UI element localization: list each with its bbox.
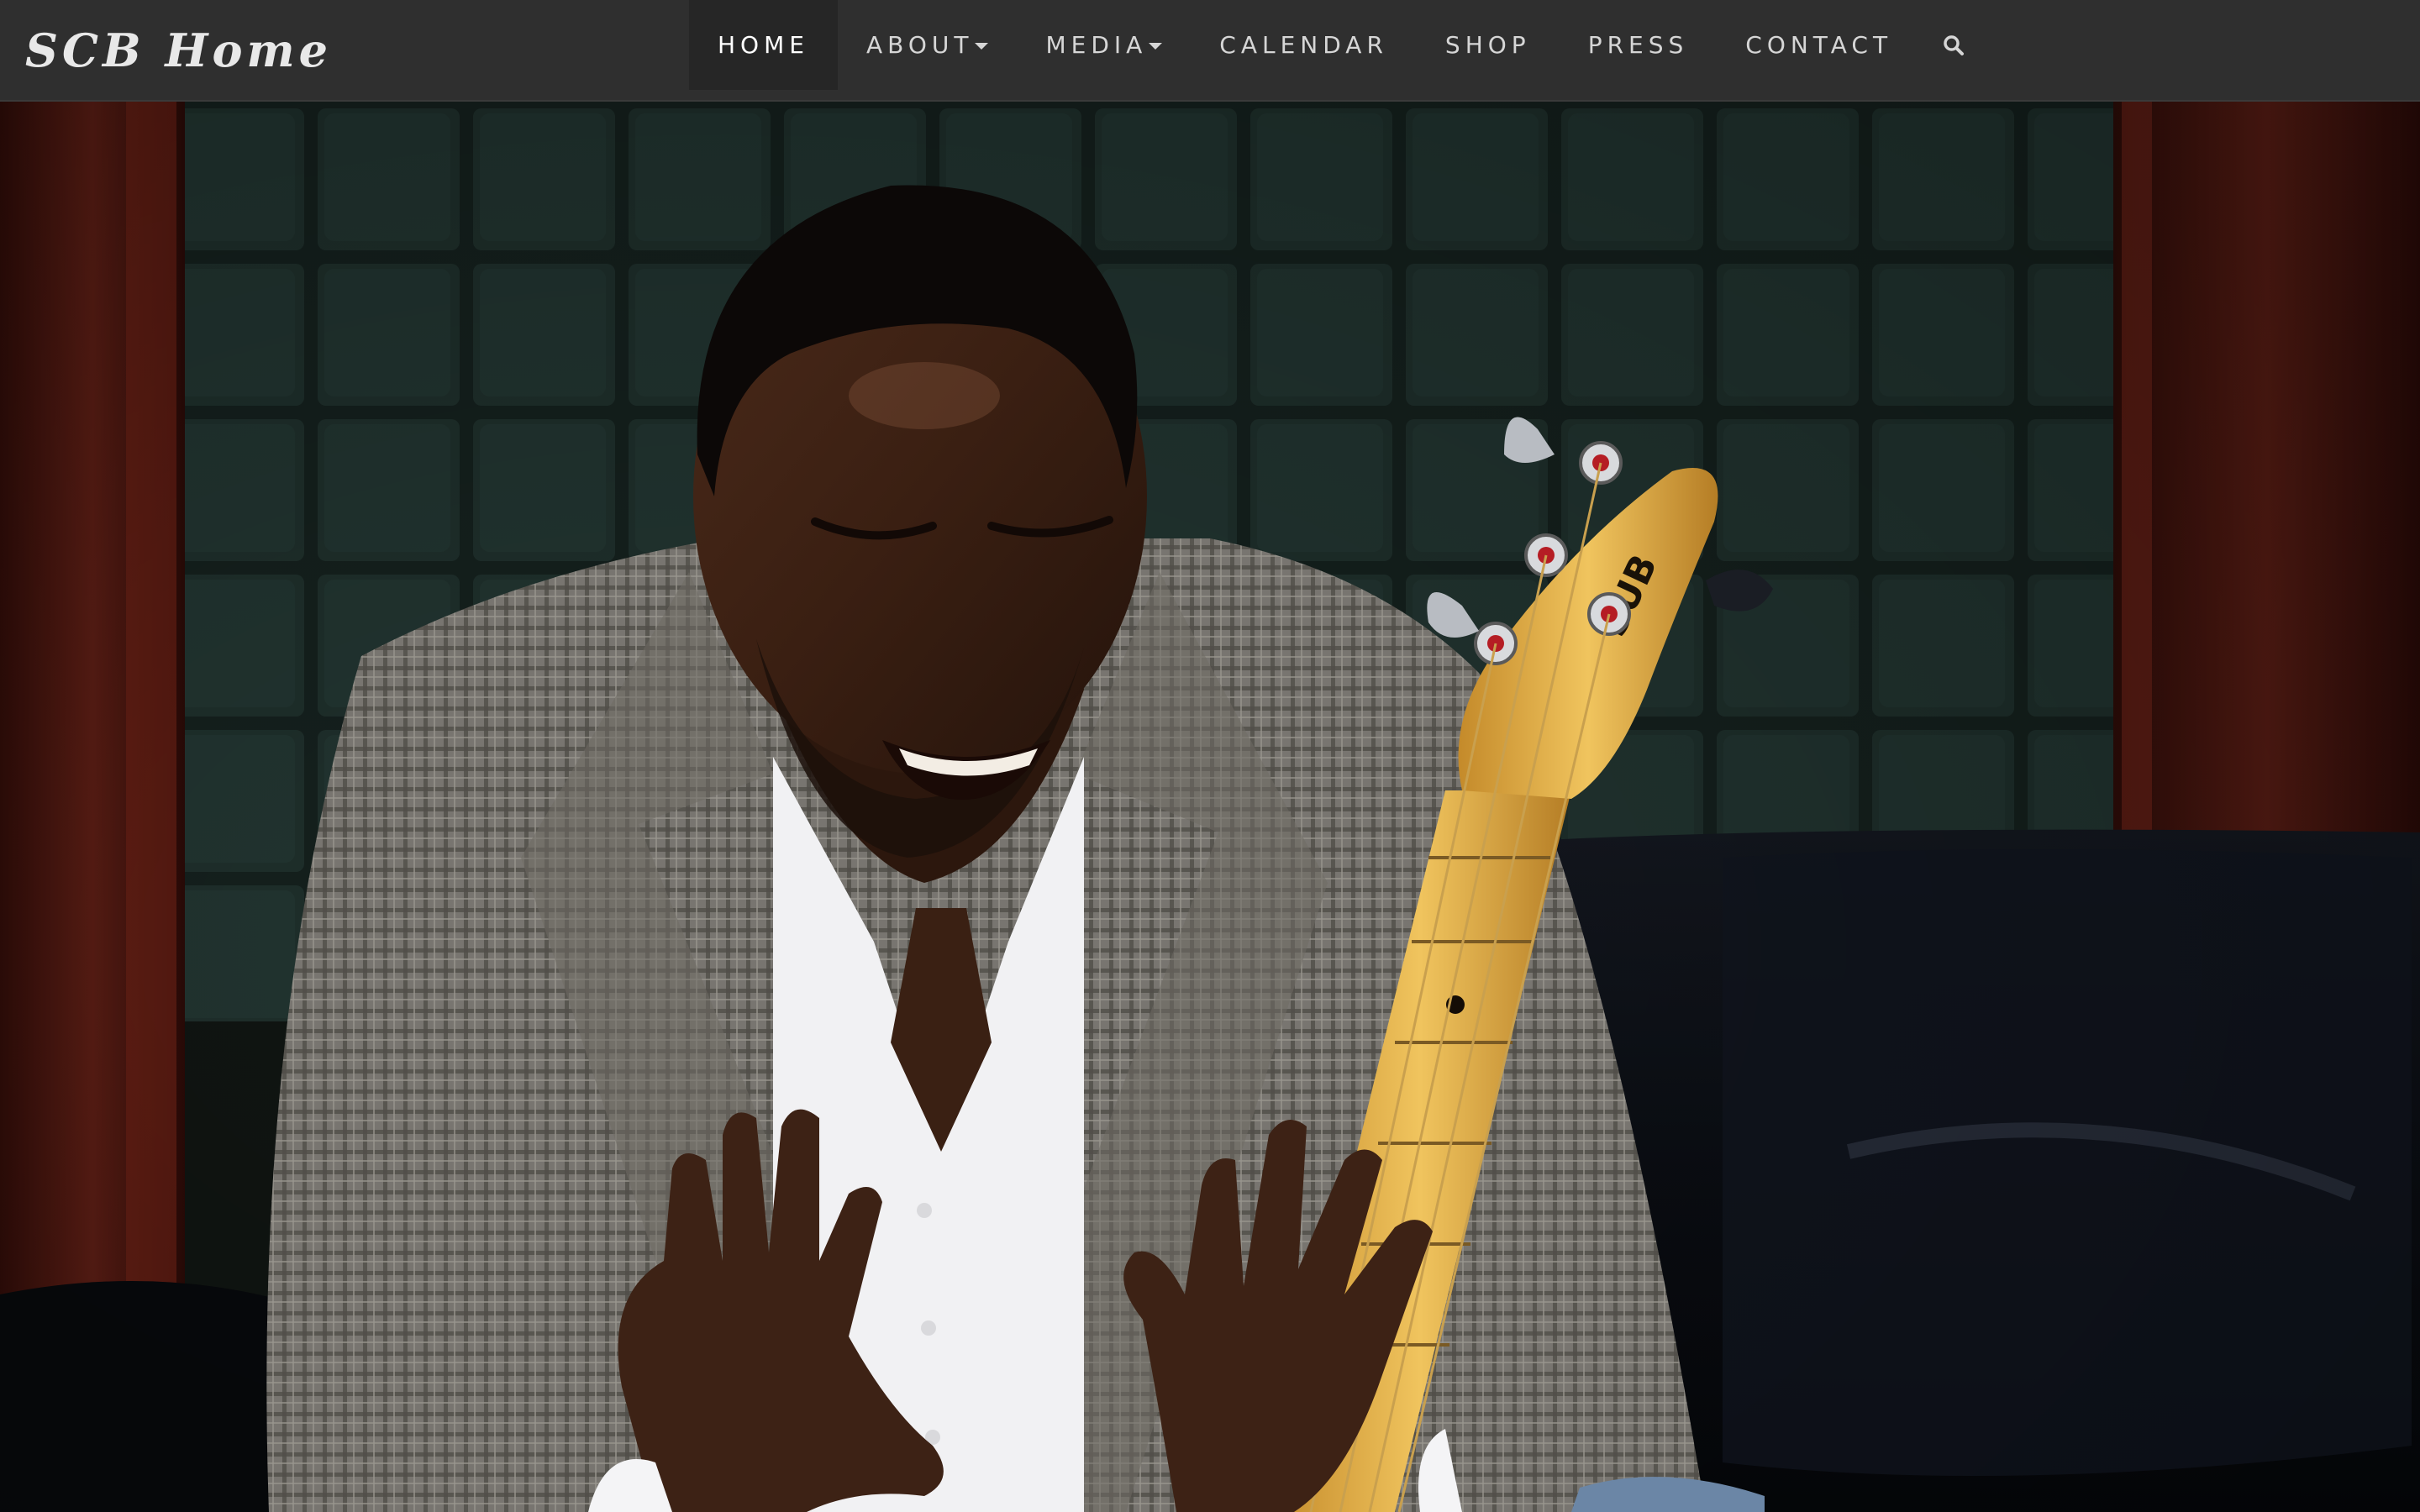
nav-item-label: HOME	[718, 31, 809, 59]
nav-item-home[interactable]: HOME	[689, 0, 838, 90]
nav-item-label: ABOUT	[865, 31, 974, 59]
top-navbar: SCB Home HOME ABOUT MEDIA CALENDAR SHOP …	[0, 0, 2420, 102]
nav-item-contact[interactable]: CONTACT	[1717, 0, 1921, 90]
nav-item-media[interactable]: MEDIA	[1017, 0, 1191, 90]
caret-down-icon	[1149, 42, 1163, 50]
hero-section: SUB	[0, 102, 2420, 1512]
brand-logo-link[interactable]: SCB Home	[25, 18, 332, 82]
caret-down-icon	[975, 42, 989, 50]
search-icon	[1944, 34, 1965, 55]
nav-item-label: CALENDAR	[1219, 31, 1388, 59]
search-button[interactable]	[1921, 0, 1986, 90]
main-nav-menu: HOME ABOUT MEDIA CALENDAR SHOP PRESS CON…	[689, 0, 1986, 90]
nav-item-press[interactable]: PRESS	[1560, 0, 1718, 90]
nav-item-calendar[interactable]: CALENDAR	[1191, 0, 1417, 90]
page: SCB Home HOME ABOUT MEDIA CALENDAR SHOP …	[0, 0, 2420, 1512]
nav-item-about[interactable]: ABOUT	[838, 0, 1018, 90]
nav-item-label: SHOP	[1444, 31, 1531, 59]
hero-photo-smiling-man-with-bass-guitar: SUB	[0, 102, 2420, 1512]
nav-item-label: MEDIA	[1045, 31, 1148, 59]
nav-item-shop[interactable]: SHOP	[1417, 0, 1560, 90]
nav-item-label: CONTACT	[1745, 31, 1893, 59]
nav-item-label: PRESS	[1587, 31, 1689, 59]
